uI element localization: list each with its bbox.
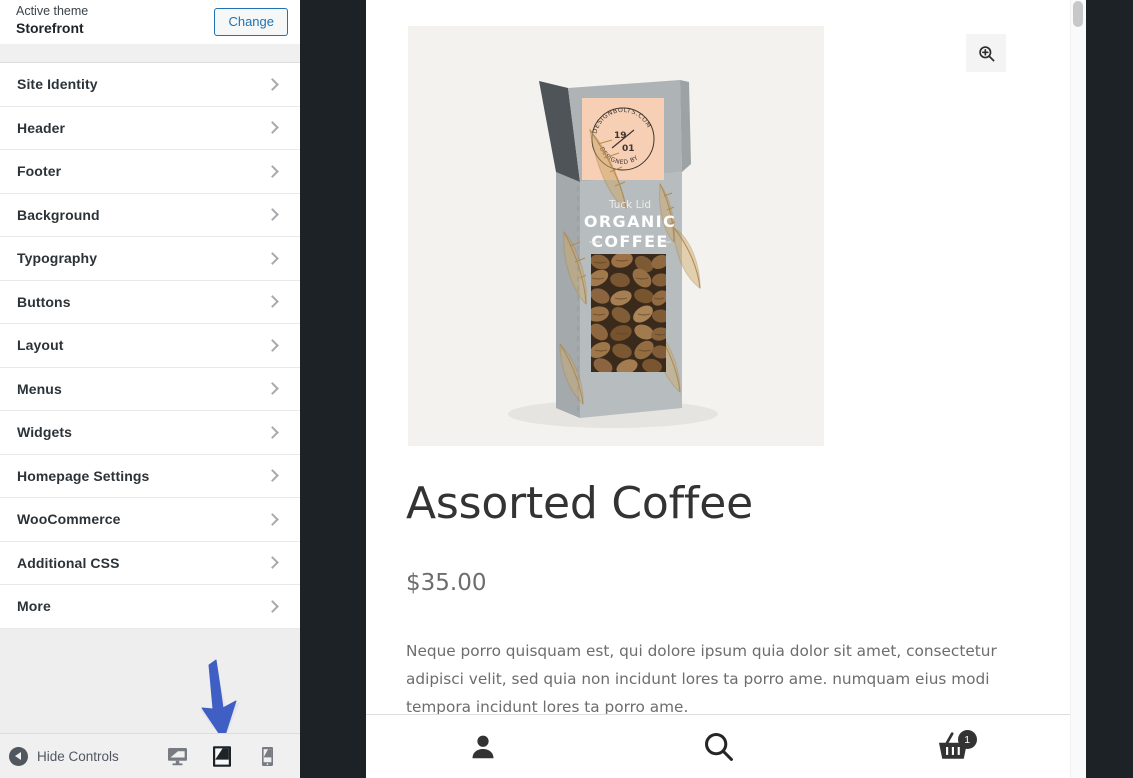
change-theme-button[interactable]: Change [214, 7, 288, 37]
customizer-menu-list: Site Identity Header Footer Background T… [0, 63, 300, 629]
sidebar-item-label: Typography [17, 250, 98, 267]
sidebar-item-typography[interactable]: Typography [0, 237, 300, 281]
chevron-right-icon [266, 382, 279, 396]
mobile-icon [261, 746, 273, 766]
preview-viewport: 19 01 DESIGNBOLTS.COM DESIGNED BY [366, 0, 1070, 778]
device-mobile-button[interactable] [254, 743, 280, 769]
sidebar-item-label: Buttons [17, 293, 71, 310]
active-theme-name: Storefront [16, 19, 84, 36]
svg-text:ORGANIC: ORGANIC [584, 212, 676, 231]
chevron-right-icon [266, 556, 279, 570]
sidebar-item-additional-css[interactable]: Additional CSS [0, 541, 300, 585]
sidebar-item-layout[interactable]: Layout [0, 324, 300, 368]
chevron-right-icon [266, 469, 279, 483]
chevron-right-icon [266, 425, 279, 439]
chevron-right-icon [266, 599, 279, 613]
sidebar-item-woocommerce[interactable]: WooCommerce [0, 498, 300, 542]
hide-controls-label: Hide Controls [37, 748, 119, 764]
product-image[interactable]: 19 01 DESIGNBOLTS.COM DESIGNED BY [408, 26, 824, 446]
sidebar-item-background[interactable]: Background [0, 193, 300, 237]
sidebar-item-label: Site Identity [17, 76, 98, 93]
active-theme-info: Active theme Storefront [16, 3, 89, 37]
desktop-icon [167, 747, 187, 765]
sidebar-item-menus[interactable]: Menus [0, 367, 300, 411]
sidebar-separator [0, 44, 300, 63]
customizer-footer-bar: Hide Controls [0, 733, 300, 778]
preview-right-gutter [1086, 0, 1133, 778]
device-tablet-button[interactable] [209, 743, 235, 769]
chevron-right-icon [266, 208, 279, 222]
nav-search-button[interactable] [601, 715, 836, 778]
preview-frame: 19 01 DESIGNBOLTS.COM DESIGNED BY [366, 0, 1086, 778]
sidebar-item-homepage-settings[interactable]: Homepage Settings [0, 454, 300, 498]
chevron-right-icon [266, 295, 279, 309]
storefront-bottom-nav: 1 [366, 714, 1070, 778]
product-price: $35.00 [406, 570, 487, 596]
sidebar-item-label: Footer [17, 163, 62, 180]
customizer-sidebar: Active theme Storefront Change Site Iden… [0, 0, 300, 778]
preview-left-gutter [300, 0, 366, 778]
device-desktop-button[interactable] [164, 743, 190, 769]
sidebar-item-label: Menus [17, 380, 62, 397]
device-preview-buttons [164, 743, 300, 769]
svg-text:01: 01 [622, 144, 635, 154]
customizer-screen: 19 01 DESIGNBOLTS.COM DESIGNED BY [0, 0, 1133, 778]
sidebar-item-buttons[interactable]: Buttons [0, 280, 300, 324]
svg-text:COFFEE: COFFEE [591, 232, 668, 251]
chevron-right-icon [266, 77, 279, 91]
product-description: Neque porro quisquam est, qui dolore ips… [406, 642, 997, 716]
tablet-icon [213, 745, 231, 767]
svg-text:Tuck Lid: Tuck Lid [608, 199, 651, 211]
sidebar-item-label: WooCommerce [17, 511, 121, 528]
person-icon [472, 735, 494, 758]
sidebar-item-label: More [17, 598, 51, 615]
collapse-left-icon [9, 746, 28, 766]
sidebar-item-label: Layout [17, 337, 64, 354]
chevron-right-icon [266, 121, 279, 135]
chevron-right-icon [266, 164, 279, 178]
sidebar-item-label: Header [17, 119, 66, 136]
sidebar-item-widgets[interactable]: Widgets [0, 411, 300, 455]
sidebar-item-site-identity[interactable]: Site Identity [0, 63, 300, 107]
cart-count-badge: 1 [957, 730, 977, 749]
sidebar-item-footer[interactable]: Footer [0, 150, 300, 194]
svg-text:19: 19 [614, 131, 627, 141]
chevron-right-icon [266, 338, 279, 352]
coffee-box-illustration: 19 01 DESIGNBOLTS.COM DESIGNED BY [408, 26, 824, 446]
nav-account-button[interactable] [366, 715, 601, 778]
sidebar-item-more[interactable]: More [0, 585, 300, 629]
active-theme-panel: Active theme Storefront Change [0, 0, 300, 44]
sidebar-item-label: Homepage Settings [17, 467, 150, 484]
magnifier-plus-icon[interactable] [966, 34, 1006, 72]
hide-controls-button[interactable]: Hide Controls [0, 746, 119, 766]
sidebar-item-header[interactable]: Header [0, 106, 300, 150]
sidebar-item-label: Background [17, 206, 100, 223]
nav-cart-button[interactable]: 1 [835, 715, 1070, 778]
sidebar-item-label: Widgets [17, 424, 73, 441]
search-icon [704, 733, 733, 761]
chevron-right-icon [266, 251, 279, 265]
preview-scrollbar-track[interactable] [1070, 0, 1086, 778]
preview-scrollbar-thumb[interactable] [1073, 1, 1083, 27]
active-theme-label: Active theme [16, 3, 89, 18]
sidebar-item-label: Additional CSS [17, 554, 120, 571]
product-title: Assorted Coffee [406, 478, 753, 529]
chevron-right-icon [266, 512, 279, 526]
